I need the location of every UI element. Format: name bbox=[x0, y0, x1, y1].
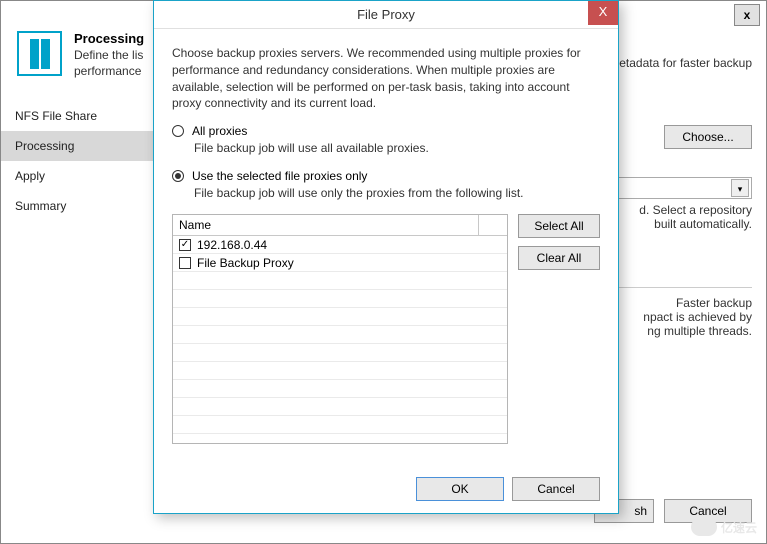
table-row bbox=[173, 326, 507, 344]
chevron-down-icon: ▾ bbox=[731, 179, 749, 197]
table-row bbox=[173, 380, 507, 398]
file-proxy-dialog: File Proxy X Choose backup proxies serve… bbox=[153, 0, 619, 514]
wizard-sidebar: NFS File Share Processing Apply Summary bbox=[1, 101, 161, 221]
proxy-table: Name 192.168.0.44 File Backup Proxy bbox=[172, 214, 508, 444]
wizard-subtitle-2: performance bbox=[74, 64, 144, 78]
dialog-close-button[interactable]: X bbox=[588, 1, 618, 25]
dialog-title: File Proxy bbox=[357, 7, 415, 22]
radio-all-sub: File backup job will use all available p… bbox=[194, 141, 600, 155]
radio-all-label: All proxies bbox=[192, 124, 247, 138]
checkbox-icon[interactable] bbox=[179, 257, 191, 269]
header-tail-text: etadata for faster backup bbox=[619, 56, 752, 70]
sidebar-item-nfs[interactable]: NFS File Share bbox=[1, 101, 161, 131]
wizard-close-button[interactable]: x bbox=[734, 4, 760, 26]
radio-selected-label: Use the selected file proxies only bbox=[192, 169, 367, 183]
table-row bbox=[173, 272, 507, 290]
processing-icon bbox=[17, 31, 62, 76]
sidebar-item-apply[interactable]: Apply bbox=[1, 161, 161, 191]
column-header-name[interactable]: Name bbox=[173, 215, 479, 235]
wizard-subtitle-1: Define the lis bbox=[74, 48, 144, 62]
wizard-cancel-button[interactable]: Cancel bbox=[664, 499, 752, 523]
table-row bbox=[173, 290, 507, 308]
table-header: Name bbox=[173, 215, 507, 236]
table-row[interactable]: File Backup Proxy bbox=[173, 254, 507, 272]
dialog-titlebar: File Proxy X bbox=[154, 1, 618, 29]
dialog-description: Choose backup proxies servers. We recomm… bbox=[172, 45, 600, 112]
radio-icon bbox=[172, 170, 184, 182]
select-all-button[interactable]: Select All bbox=[518, 214, 600, 238]
table-row bbox=[173, 398, 507, 416]
clear-all-button[interactable]: Clear All bbox=[518, 246, 600, 270]
table-row bbox=[173, 344, 507, 362]
sidebar-item-summary[interactable]: Summary bbox=[1, 191, 161, 221]
table-row bbox=[173, 308, 507, 326]
sidebar-item-processing[interactable]: Processing bbox=[1, 131, 161, 161]
proxy-name: 192.168.0.44 bbox=[197, 238, 267, 252]
table-row bbox=[173, 362, 507, 380]
cancel-button[interactable]: Cancel bbox=[512, 477, 600, 501]
radio-selected-sub: File backup job will use only the proxie… bbox=[194, 186, 600, 200]
radio-all-proxies[interactable]: All proxies bbox=[172, 124, 600, 138]
choose-button[interactable]: Choose... bbox=[664, 125, 752, 149]
wizard-header: Processing Define the lis performance bbox=[17, 31, 144, 78]
proxy-name: File Backup Proxy bbox=[197, 256, 294, 270]
checkbox-icon[interactable] bbox=[179, 239, 191, 251]
radio-selected-proxies[interactable]: Use the selected file proxies only bbox=[172, 169, 600, 183]
table-row[interactable]: 192.168.0.44 bbox=[173, 236, 507, 254]
wizard-title: Processing bbox=[74, 31, 144, 46]
radio-icon bbox=[172, 125, 184, 137]
ok-button[interactable]: OK bbox=[416, 477, 504, 501]
table-row bbox=[173, 416, 507, 434]
